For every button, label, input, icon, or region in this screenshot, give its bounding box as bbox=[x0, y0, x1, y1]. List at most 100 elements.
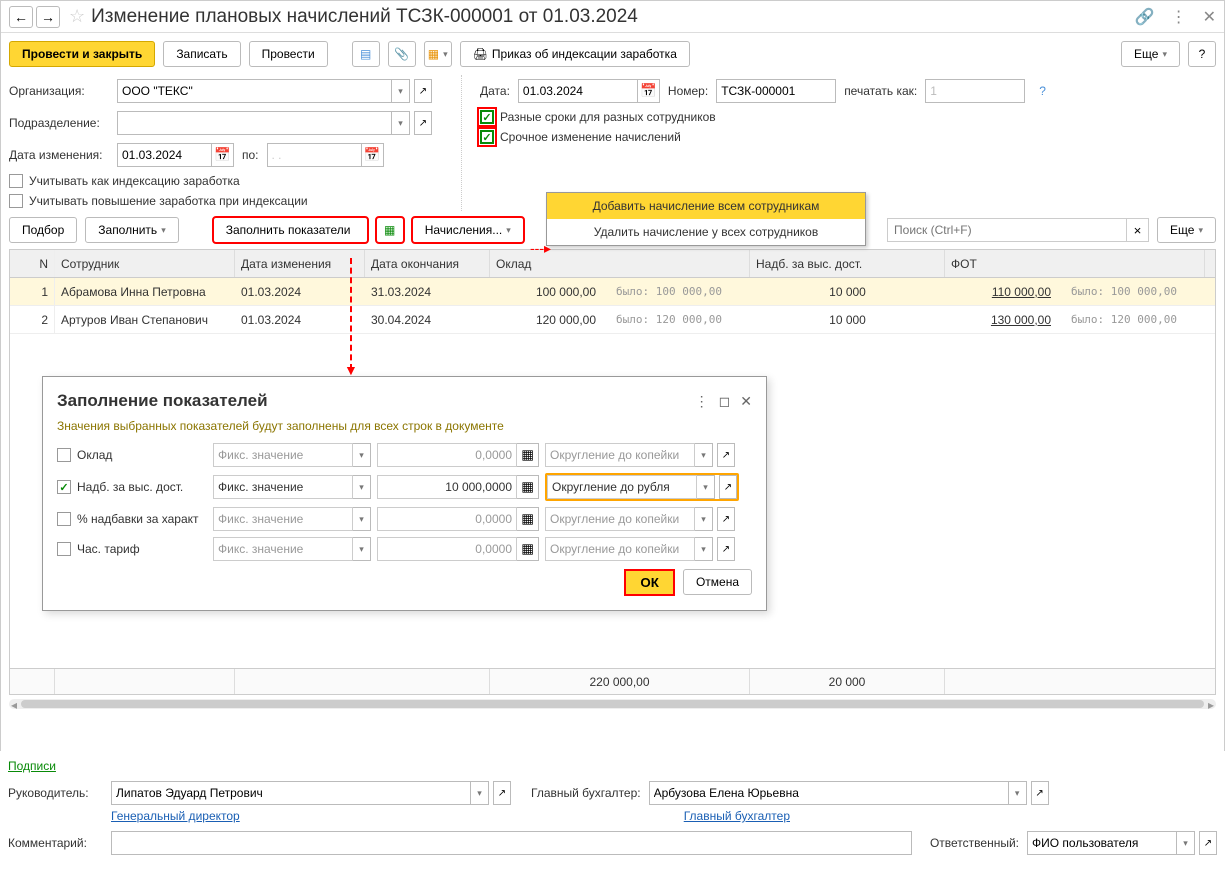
cb-increase[interactable] bbox=[9, 194, 23, 208]
org-input[interactable] bbox=[117, 79, 392, 103]
param-round[interactable] bbox=[545, 507, 695, 531]
param-round-dd[interactable]: ▾ bbox=[695, 537, 713, 561]
nav-fwd[interactable]: → bbox=[36, 6, 60, 28]
param-calc[interactable]: ▦ bbox=[517, 537, 539, 561]
head-dd[interactable]: ▾ bbox=[471, 781, 489, 805]
param-value[interactable] bbox=[377, 507, 517, 531]
date-cal[interactable]: 📅 bbox=[638, 79, 660, 103]
head-input[interactable] bbox=[111, 781, 471, 805]
link-icon[interactable]: 🔗 bbox=[1135, 7, 1155, 27]
comment-input[interactable] bbox=[111, 831, 912, 855]
param-value[interactable] bbox=[377, 475, 517, 499]
param-round-open[interactable]: ↗ bbox=[719, 475, 737, 499]
save-button[interactable]: Записать bbox=[163, 41, 240, 67]
param-round[interactable] bbox=[545, 537, 695, 561]
close-icon[interactable]: ✕ bbox=[1203, 7, 1216, 27]
param-mode-dd[interactable]: ▾ bbox=[353, 443, 371, 467]
post-button[interactable]: Провести bbox=[249, 41, 328, 67]
indicators-icon[interactable]: ▦ bbox=[376, 217, 404, 243]
star-icon[interactable]: ☆ bbox=[69, 6, 85, 27]
index-order-button[interactable]: 🖨 Приказ об индексации заработка bbox=[460, 41, 690, 67]
acc-dd[interactable]: ▾ bbox=[1009, 781, 1027, 805]
dept-dd[interactable]: ▾ bbox=[392, 111, 410, 135]
head-open[interactable]: ↗ bbox=[493, 781, 511, 805]
table-row[interactable]: 2 Артуров Иван Степанович 01.03.2024 30.… bbox=[10, 306, 1215, 334]
num-input[interactable] bbox=[716, 79, 836, 103]
chdate-input[interactable] bbox=[117, 143, 212, 167]
param-mode-dd[interactable]: ▾ bbox=[353, 507, 371, 531]
param-checkbox[interactable]: ✓ bbox=[57, 480, 71, 494]
todate-cal[interactable]: 📅 bbox=[362, 143, 384, 167]
nav-back[interactable]: ← bbox=[9, 6, 33, 28]
acc-open[interactable]: ↗ bbox=[1031, 781, 1049, 805]
param-mode-dd[interactable]: ▾ bbox=[353, 537, 371, 561]
more-button[interactable]: Еще bbox=[1121, 41, 1180, 67]
signatures-link[interactable]: Подписи bbox=[8, 759, 56, 773]
dialog-more-icon[interactable]: ⋮ bbox=[695, 393, 709, 410]
param-round-dd[interactable]: ▾ bbox=[695, 443, 713, 467]
dialog-close-icon[interactable]: ✕ bbox=[740, 393, 752, 410]
param-round[interactable] bbox=[545, 443, 695, 467]
more2-button[interactable]: Еще bbox=[1157, 217, 1216, 243]
param-mode[interactable] bbox=[213, 443, 353, 467]
param-mode[interactable] bbox=[213, 507, 353, 531]
param-mode[interactable] bbox=[213, 475, 353, 499]
select-button[interactable]: Подбор bbox=[9, 217, 77, 243]
ok-button[interactable]: ОК bbox=[624, 569, 675, 596]
param-calc[interactable]: ▦ bbox=[517, 475, 539, 499]
param-calc[interactable]: ▦ bbox=[517, 507, 539, 531]
param-checkbox[interactable] bbox=[57, 542, 71, 556]
printas-input[interactable] bbox=[925, 79, 1025, 103]
table-row[interactable]: 1 Абрамова Инна Петровна 01.03.2024 31.0… bbox=[10, 278, 1215, 306]
cb-index[interactable] bbox=[9, 174, 23, 188]
param-mode-dd[interactable]: ▾ bbox=[353, 475, 371, 499]
resp-dd[interactable]: ▾ bbox=[1177, 831, 1195, 855]
chdate-cal[interactable]: 📅 bbox=[212, 143, 234, 167]
fill-indicators-button[interactable]: Заполнить показатели bbox=[213, 217, 368, 243]
param-calc[interactable]: ▦ bbox=[517, 443, 539, 467]
cb-diffdates-label: Разные сроки для разных сотрудников bbox=[500, 110, 716, 124]
acc-input[interactable] bbox=[649, 781, 1009, 805]
resp-input[interactable] bbox=[1027, 831, 1177, 855]
doc-icon[interactable]: ▤ bbox=[352, 41, 380, 67]
cancel-button[interactable]: Отмена bbox=[683, 569, 752, 595]
h-scrollbar[interactable]: ◂ ▸ bbox=[9, 699, 1216, 709]
dialog-max-icon[interactable]: ◻ bbox=[719, 393, 731, 410]
param-round-open[interactable]: ↗ bbox=[717, 537, 735, 561]
printas-help[interactable]: ? bbox=[1039, 84, 1046, 98]
param-round-dd[interactable]: ▾ bbox=[697, 475, 715, 499]
param-checkbox[interactable] bbox=[57, 448, 71, 462]
param-round-open[interactable]: ↗ bbox=[717, 507, 735, 531]
param-mode[interactable] bbox=[213, 537, 353, 561]
param-round-open[interactable]: ↗ bbox=[717, 443, 735, 467]
param-round[interactable] bbox=[547, 475, 697, 499]
head-pos-link[interactable]: Генеральный директор bbox=[111, 809, 240, 823]
clip-icon[interactable]: 📎 bbox=[388, 41, 416, 67]
dept-input[interactable] bbox=[117, 111, 392, 135]
accruals-button[interactable]: Начисления... bbox=[412, 217, 524, 243]
param-checkbox[interactable] bbox=[57, 512, 71, 526]
post-close-button[interactable]: Провести и закрыть bbox=[9, 41, 155, 67]
search-clear[interactable]: × bbox=[1127, 218, 1149, 242]
search-input[interactable] bbox=[887, 218, 1127, 242]
acc-pos-link[interactable]: Главный бухгалтер bbox=[684, 809, 790, 823]
dept-open[interactable]: ↗ bbox=[414, 111, 432, 135]
org-open[interactable]: ↗ bbox=[414, 79, 432, 103]
param-label: % надбавки за характ bbox=[77, 512, 207, 526]
menu-del-all[interactable]: Удалить начисление у всех сотрудников bbox=[547, 219, 865, 245]
fill-button[interactable]: Заполнить bbox=[85, 217, 178, 243]
param-value[interactable] bbox=[377, 443, 517, 467]
resp-open[interactable]: ↗ bbox=[1199, 831, 1217, 855]
help-button[interactable]: ? bbox=[1188, 41, 1216, 67]
todate-input[interactable] bbox=[267, 143, 362, 167]
more-icon[interactable]: ⋮ bbox=[1171, 7, 1187, 27]
param-value[interactable] bbox=[377, 537, 517, 561]
date-input[interactable] bbox=[518, 79, 638, 103]
menu-add-all[interactable]: Добавить начисление всем сотрудникам bbox=[547, 193, 865, 219]
cb-urgent[interactable]: ✓ bbox=[480, 130, 494, 144]
cb-index-label: Учитывать как индексацию заработка bbox=[29, 174, 240, 188]
report-icon[interactable]: ▦ bbox=[424, 41, 452, 67]
param-round-dd[interactable]: ▾ bbox=[695, 507, 713, 531]
cb-diffdates[interactable]: ✓ bbox=[480, 110, 494, 124]
org-dd[interactable]: ▾ bbox=[392, 79, 410, 103]
